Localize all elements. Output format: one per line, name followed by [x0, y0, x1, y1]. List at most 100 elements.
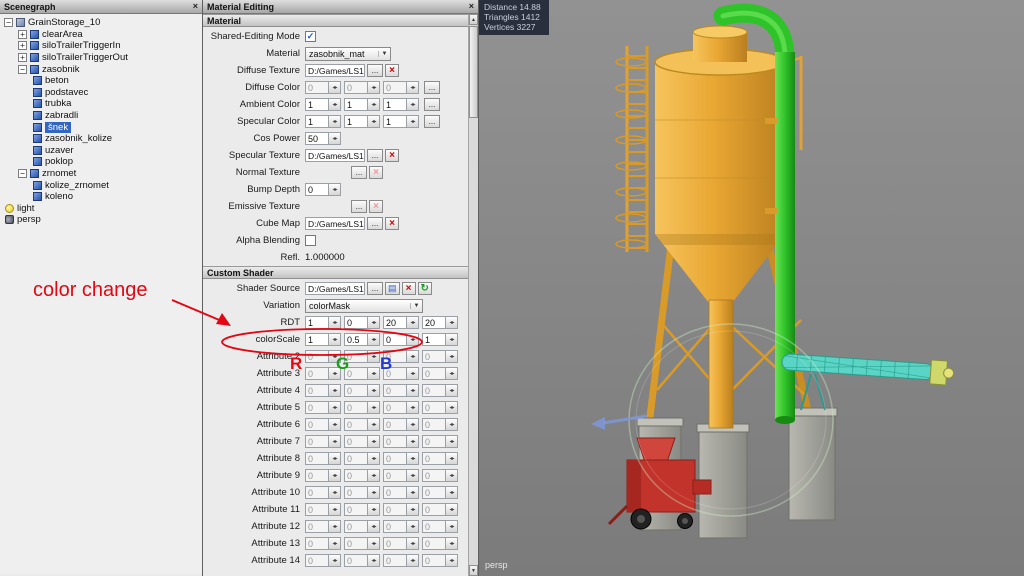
ambient-color-b-field[interactable]: 1 — [383, 98, 407, 111]
spinner-control[interactable]: ◂▸ — [446, 469, 458, 482]
spinner-control[interactable]: ◂▸ — [407, 469, 419, 482]
spinner-control[interactable]: ◂▸ — [368, 115, 380, 128]
attribute-value-field[interactable]: 0 — [383, 401, 407, 414]
specular-color-g-field[interactable]: 1 — [344, 115, 368, 128]
rdt-field-3[interactable]: 20 — [422, 316, 446, 329]
diffuse-color-g-field[interactable]: 0 — [344, 81, 368, 94]
attribute-value-field[interactable]: 0 — [422, 503, 446, 516]
spinner-control[interactable]: ◂▸ — [368, 418, 380, 431]
chevron-down-icon[interactable]: ▼ — [378, 51, 390, 57]
spinner-control[interactable]: ◂▸ — [407, 486, 419, 499]
normal-texture-browse-button[interactable]: ... — [351, 166, 367, 179]
collapse-expander-icon[interactable]: − — [18, 169, 27, 178]
spinner-control[interactable]: ◂▸ — [407, 435, 419, 448]
scroll-up-icon[interactable]: ▲ — [469, 14, 478, 25]
spinner-control[interactable]: ◂▸ — [368, 350, 380, 363]
tree-item-siloTrailerTriggerIn[interactable]: +siloTrailerTriggerIn — [0, 40, 202, 52]
viewport-3d[interactable]: Distance 14.88 Triangles 1412 Vertices 3… — [479, 0, 1024, 576]
tree-item-zrnomet[interactable]: −zrnomet — [0, 168, 202, 180]
attribute-value-field[interactable]: 0 — [305, 554, 329, 567]
spinner-control[interactable]: ◂▸ — [446, 418, 458, 431]
attribute-value-field[interactable]: 0 — [383, 452, 407, 465]
specular-texture-path-field[interactable]: D:/Games/LS17/tes — [305, 149, 365, 162]
material-dropdown[interactable]: zasobnik_mat ▼ — [305, 47, 391, 61]
spinner-control[interactable]: ◂▸ — [446, 554, 458, 567]
spinner-control[interactable]: ◂▸ — [407, 418, 419, 431]
specular-texture-browse-button[interactable]: ... — [367, 149, 383, 162]
spinner-control[interactable]: ◂▸ — [329, 316, 341, 329]
color-scale-r-field[interactable]: 1 — [305, 333, 329, 346]
shader-source-browse-button[interactable]: ... — [367, 282, 383, 295]
color-scale-a-field[interactable]: 1 — [422, 333, 446, 346]
attribute-value-field[interactable]: 0 — [344, 520, 368, 533]
attribute-value-field[interactable]: 0 — [383, 554, 407, 567]
tree-item-podstavec[interactable]: podstavec — [0, 87, 202, 99]
tree-item-zasobnik_kolize[interactable]: zasobnik_kolize — [0, 133, 202, 145]
specular-color-picker-button[interactable]: ... — [424, 115, 440, 128]
alpha-blending-checkbox[interactable] — [305, 235, 316, 246]
spinner-control[interactable]: ◂▸ — [329, 554, 341, 567]
rdt-field-1[interactable]: 0 — [344, 316, 368, 329]
attribute-value-field[interactable]: 0 — [422, 435, 446, 448]
spinner-control[interactable]: ◂▸ — [407, 350, 419, 363]
spinner-control[interactable]: ◂▸ — [407, 520, 419, 533]
shader-source-path-field[interactable]: D:/Games/LS17/tes — [305, 282, 365, 295]
attribute-value-field[interactable]: 0 — [422, 350, 446, 363]
spinner-control[interactable]: ◂▸ — [407, 384, 419, 397]
spinner-control[interactable]: ◂▸ — [329, 183, 341, 196]
close-icon[interactable]: × — [193, 2, 198, 11]
spinner-control[interactable]: ◂▸ — [329, 350, 341, 363]
rdt-field-2[interactable]: 20 — [383, 316, 407, 329]
spinner-control[interactable]: ◂▸ — [407, 333, 419, 346]
spinner-control[interactable]: ◂▸ — [446, 435, 458, 448]
specular-color-r-field[interactable]: 1 — [305, 115, 329, 128]
attribute-value-field[interactable]: 0 — [422, 384, 446, 397]
tree-item-beton[interactable]: beton — [0, 75, 202, 87]
shader-source-edit-icon[interactable]: ▤ — [385, 282, 400, 295]
emissive-texture-browse-button[interactable]: ... — [351, 200, 367, 213]
attribute-value-field[interactable]: 0 — [344, 469, 368, 482]
spinner-control[interactable]: ◂▸ — [329, 537, 341, 550]
collapse-expander-icon[interactable]: − — [4, 18, 13, 27]
color-scale-b-field[interactable]: 0 — [383, 333, 407, 346]
spinner-control[interactable]: ◂▸ — [407, 98, 419, 111]
spinner-control[interactable]: ◂▸ — [407, 554, 419, 567]
spinner-control[interactable]: ◂▸ — [368, 333, 380, 346]
cube-map-path-field[interactable]: D:/Games/LS17/tes — [305, 217, 365, 230]
close-icon[interactable]: × — [469, 2, 474, 11]
tree-item-kolize_zrnomet[interactable]: kolize_zrnomet — [0, 179, 202, 191]
attribute-value-field[interactable]: 0 — [305, 401, 329, 414]
attribute-value-field[interactable]: 0 — [344, 435, 368, 448]
attribute-value-field[interactable]: 0 — [344, 367, 368, 380]
spinner-control[interactable]: ◂▸ — [329, 520, 341, 533]
spinner-control[interactable]: ◂▸ — [329, 435, 341, 448]
emissive-texture-clear-button[interactable]: × — [369, 200, 383, 213]
spinner-control[interactable]: ◂▸ — [368, 401, 380, 414]
attribute-value-field[interactable]: 0 — [344, 384, 368, 397]
attribute-value-field[interactable]: 0 — [305, 350, 329, 363]
material-panel-scrollbar[interactable]: ▲ ▼ — [468, 14, 478, 576]
spinner-control[interactable]: ◂▸ — [329, 486, 341, 499]
attribute-value-field[interactable]: 0 — [383, 469, 407, 482]
variation-dropdown[interactable]: colorMask ▼ — [305, 299, 423, 313]
spinner-control[interactable]: ◂▸ — [446, 401, 458, 414]
bump-depth-field[interactable]: 0 — [305, 183, 329, 196]
attribute-value-field[interactable]: 0 — [344, 503, 368, 516]
spinner-control[interactable]: ◂▸ — [329, 469, 341, 482]
attribute-value-field[interactable]: 0 — [344, 554, 368, 567]
spinner-control[interactable]: ◂▸ — [368, 452, 380, 465]
diffuse-texture-browse-button[interactable]: ... — [367, 64, 383, 77]
spinner-control[interactable]: ◂▸ — [368, 81, 380, 94]
spinner-control[interactable]: ◂▸ — [446, 316, 458, 329]
attribute-value-field[interactable]: 0 — [422, 418, 446, 431]
attribute-value-field[interactable]: 0 — [305, 418, 329, 431]
tree-item-trubka[interactable]: trubka — [0, 98, 202, 110]
spinner-control[interactable]: ◂▸ — [407, 316, 419, 329]
attribute-value-field[interactable]: 0 — [422, 401, 446, 414]
spinner-control[interactable]: ◂▸ — [329, 367, 341, 380]
spinner-control[interactable]: ◂▸ — [329, 98, 341, 111]
spinner-control[interactable]: ◂▸ — [329, 115, 341, 128]
spinner-control[interactable]: ◂▸ — [368, 469, 380, 482]
tree-item-persp[interactable]: persp — [0, 214, 202, 226]
tree-item-šnek[interactable]: šnek — [0, 121, 202, 133]
